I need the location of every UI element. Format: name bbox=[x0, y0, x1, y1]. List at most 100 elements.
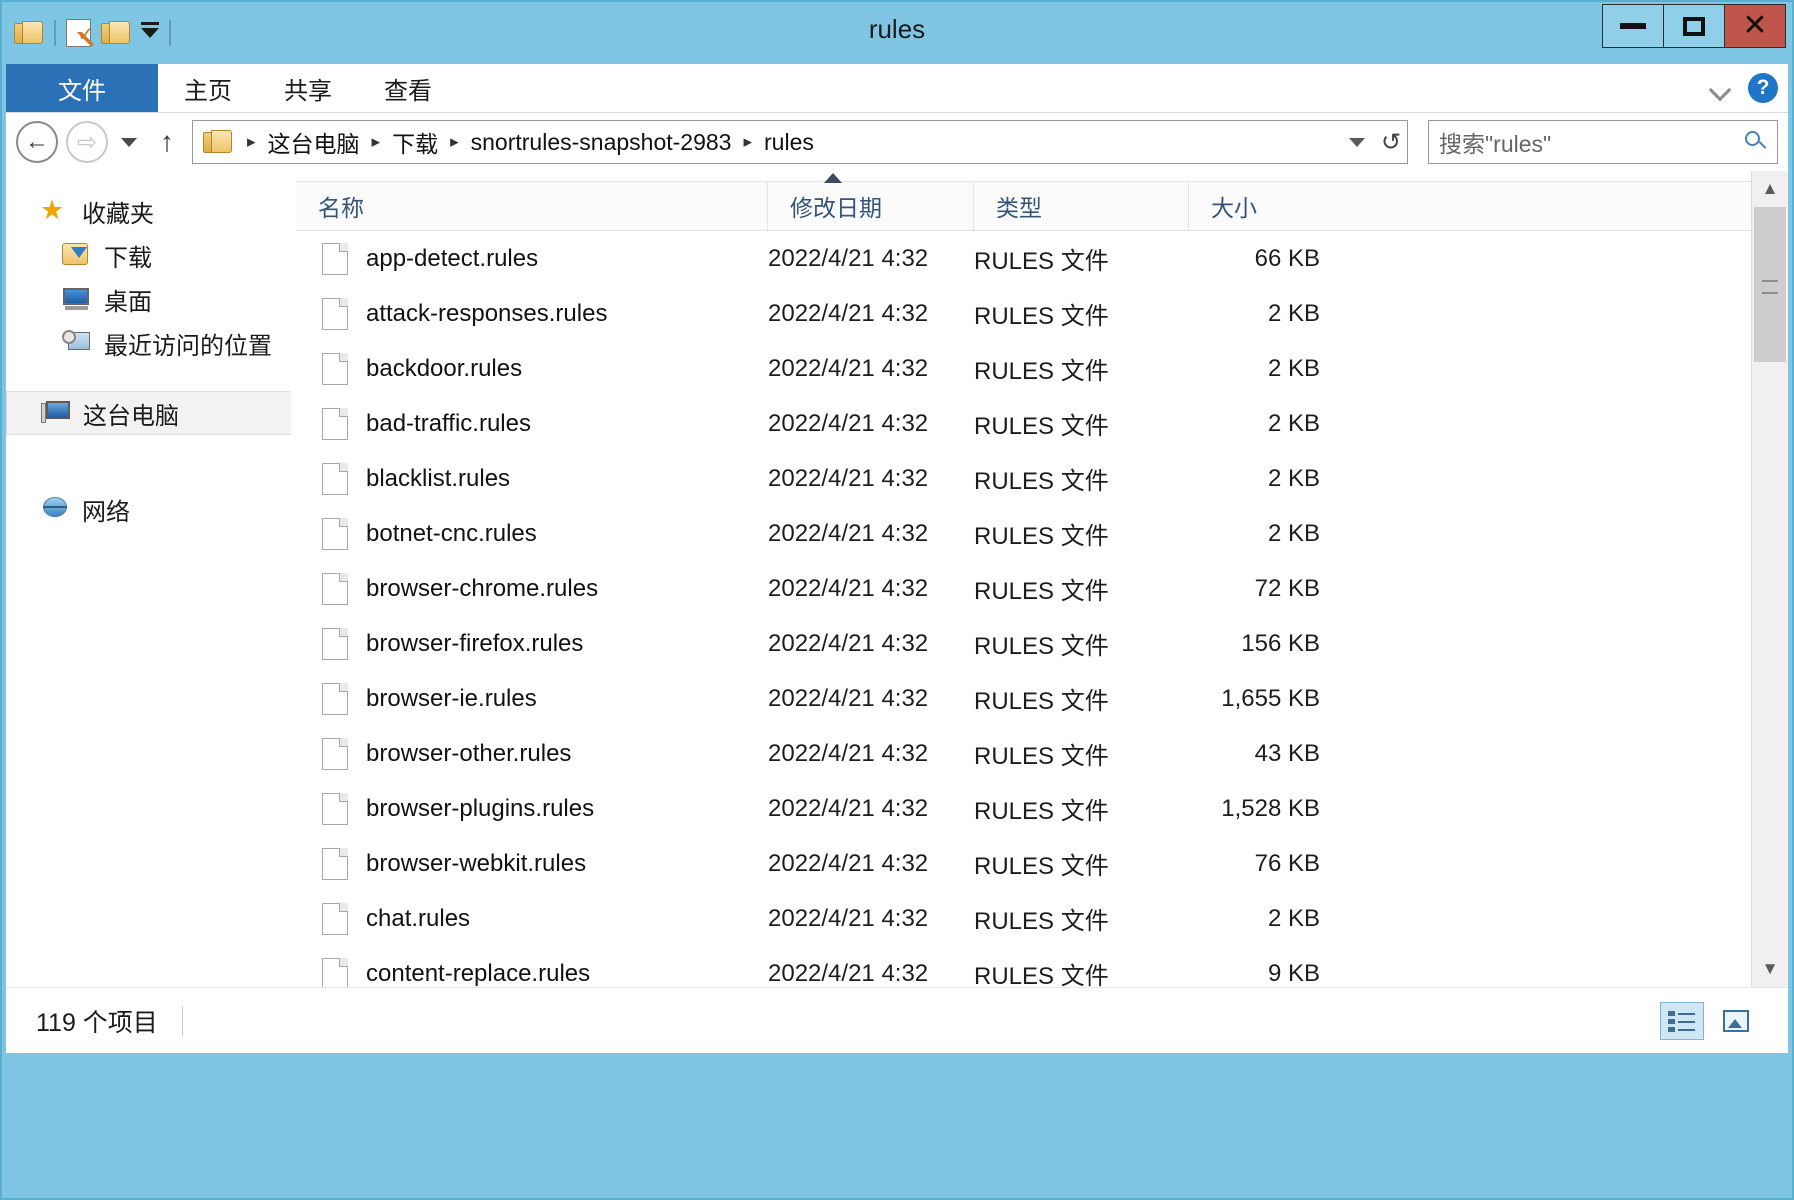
file-icon bbox=[322, 572, 348, 605]
large-icons-view-button[interactable] bbox=[1714, 1002, 1758, 1040]
chevron-down-icon[interactable] bbox=[1710, 78, 1730, 98]
table-row[interactable]: bad-traffic.rules 2022/4/21 4:32 RULES 文件 2… bbox=[296, 396, 1751, 451]
table-row[interactable]: browser-firefox.rules 2022/4/21 4:32 RULES… bbox=[296, 616, 1751, 671]
file-name-label: botnet-cnc.rules bbox=[366, 519, 537, 547]
tab-file[interactable]: 文件 bbox=[6, 64, 158, 112]
breadcrumb-dropdown-icon[interactable] bbox=[1348, 137, 1365, 147]
cell-size: 2 KB bbox=[1267, 409, 1320, 437]
search-input[interactable]: 搜索"rules" bbox=[1439, 125, 1745, 159]
sidebar-group-gap-3 bbox=[6, 461, 291, 487]
table-row[interactable]: attack-responses.rules 2022/4/21 4:32 RULE… bbox=[296, 286, 1751, 341]
cell-name: attack-responses.rules bbox=[296, 297, 768, 330]
back-button[interactable]: ← bbox=[16, 121, 58, 163]
file-icon bbox=[322, 627, 348, 660]
file-name-label: bad-traffic.rules bbox=[366, 409, 531, 437]
up-button[interactable]: ↑ bbox=[150, 122, 184, 162]
column-header-size[interactable]: 大小 bbox=[1189, 182, 1334, 230]
sidebar-item-downloads[interactable]: 下载 bbox=[6, 233, 291, 277]
scroll-down-button[interactable]: ▼ bbox=[1752, 951, 1788, 987]
maximize-button[interactable] bbox=[1663, 4, 1725, 48]
table-row[interactable]: backdoor.rules 2022/4/21 4:32 RULES 文件 2 KB bbox=[296, 341, 1751, 396]
ribbon-right-controls: ? bbox=[1710, 64, 1778, 112]
details-view-button[interactable] bbox=[1660, 1001, 1704, 1040]
cell-size: 9 KB bbox=[1267, 959, 1320, 987]
scrollbar-track[interactable] bbox=[1752, 207, 1788, 951]
sidebar-item-desktop[interactable]: 桌面 bbox=[6, 277, 291, 321]
scrollbar-thumb[interactable] bbox=[1754, 207, 1786, 362]
file-icon bbox=[322, 242, 348, 275]
cell-size: 2 KB bbox=[1267, 904, 1320, 932]
table-row[interactable]: botnet-cnc.rules 2022/4/21 4:32 RULES 文件 2 … bbox=[296, 506, 1751, 561]
sidebar-item-this-pc[interactable]: 这台电脑 bbox=[6, 391, 291, 435]
breadcrumb-separator-0: ▸ bbox=[247, 132, 256, 151]
desktop-icon bbox=[62, 285, 92, 313]
recent-locations-caret-icon[interactable] bbox=[116, 125, 142, 159]
sidebar-item-label: 网络 bbox=[82, 498, 130, 526]
cell-name: browser-chrome.rules bbox=[296, 572, 768, 605]
file-name-label: browser-chrome.rules bbox=[366, 574, 599, 602]
sidebar-item-favorites[interactable]: ★ 收藏夹 bbox=[6, 189, 291, 233]
help-icon[interactable]: ? bbox=[1748, 73, 1778, 103]
cell-type: RULES 文件 bbox=[974, 853, 1109, 880]
table-row[interactable]: blacklist.rules 2022/4/21 4:32 RULES 文件 2 K… bbox=[296, 451, 1751, 506]
cell-name: app-detect.rules bbox=[296, 242, 768, 275]
file-name-label: backdoor.rules bbox=[366, 354, 523, 382]
breadcrumb-right-controls: ↻ bbox=[1339, 128, 1401, 157]
file-name-label: app-detect.rules bbox=[366, 244, 539, 272]
refresh-icon[interactable]: ↻ bbox=[1381, 128, 1401, 157]
cell-name: browser-webkit.rules bbox=[296, 847, 768, 880]
sidebar-group-gap-2 bbox=[6, 435, 291, 461]
navigation-pane: ★ 收藏夹 下载 桌面 最近访问的位置 这台电脑 网络 bbox=[6, 171, 292, 987]
cell-type: RULES 文件 bbox=[974, 798, 1109, 825]
cell-name: blacklist.rules bbox=[296, 462, 768, 495]
cell-date: 2022/4/21 4:32 bbox=[768, 354, 929, 382]
table-row[interactable]: content-replace.rules 2022/4/21 4:32 RULES… bbox=[296, 946, 1751, 987]
search-icon[interactable] bbox=[1745, 131, 1767, 153]
file-name-label: browser-plugins.rules bbox=[366, 794, 595, 822]
table-row[interactable]: app-detect.rules 2022/4/21 4:32 RULES 文件 66… bbox=[296, 231, 1751, 286]
minimize-button[interactable] bbox=[1602, 4, 1664, 48]
tab-view[interactable]: 查看 bbox=[358, 64, 458, 112]
table-row[interactable]: browser-chrome.rules 2022/4/21 4:32 RULES … bbox=[296, 561, 1751, 616]
search-box[interactable]: 搜索"rules" bbox=[1428, 120, 1778, 164]
status-bar: 119 个项目 bbox=[6, 987, 1788, 1053]
cell-name: browser-firefox.rules bbox=[296, 627, 768, 660]
breadcrumb-item-0[interactable]: 这台电脑 bbox=[264, 125, 364, 159]
cell-type: RULES 文件 bbox=[974, 688, 1109, 715]
breadcrumb[interactable]: ▸ 这台电脑 ▸ 下载 ▸ snortrules-snapshot-2983 ▸… bbox=[192, 120, 1408, 164]
table-row[interactable]: browser-other.rules 2022/4/21 4:32 RULES 文… bbox=[296, 726, 1751, 781]
cell-type: RULES 文件 bbox=[974, 743, 1109, 770]
sidebar-item-recent-places[interactable]: 最近访问的位置 bbox=[6, 321, 291, 365]
breadcrumb-item-3[interactable]: rules bbox=[760, 129, 818, 156]
cell-size: 2 KB bbox=[1267, 299, 1320, 327]
file-icon bbox=[322, 957, 348, 987]
cell-name: content-replace.rules bbox=[296, 957, 768, 987]
cell-date: 2022/4/21 4:32 bbox=[768, 794, 929, 822]
tab-home[interactable]: 主页 bbox=[158, 64, 258, 112]
table-row[interactable]: chat.rules 2022/4/21 4:32 RULES 文件 2 KB bbox=[296, 891, 1751, 946]
vertical-scrollbar[interactable]: ▲ ▼ bbox=[1751, 171, 1788, 987]
sidebar-item-label: 这台电脑 bbox=[83, 402, 179, 430]
scroll-up-button[interactable]: ▲ bbox=[1752, 171, 1788, 207]
file-name-label: blacklist.rules bbox=[366, 464, 511, 492]
cell-name: backdoor.rules bbox=[296, 352, 768, 385]
close-button[interactable]: ✕ bbox=[1724, 4, 1786, 48]
breadcrumb-items: ▸ 这台电脑 ▸ 下载 ▸ snortrules-snapshot-2983 ▸… bbox=[239, 125, 1339, 159]
column-header-date[interactable]: 修改日期 bbox=[768, 182, 974, 230]
table-row[interactable]: browser-plugins.rules 2022/4/21 4:32 RULES… bbox=[296, 781, 1751, 836]
window-controls: ✕ bbox=[1602, 4, 1786, 48]
sidebar-item-network[interactable]: 网络 bbox=[6, 487, 291, 531]
cell-date: 2022/4/21 4:32 bbox=[768, 519, 929, 547]
tab-share[interactable]: 共享 bbox=[258, 64, 358, 112]
column-header-name[interactable]: 名称 bbox=[296, 182, 768, 230]
forward-button[interactable]: ⇨ bbox=[66, 121, 108, 163]
file-rows: app-detect.rules 2022/4/21 4:32 RULES 文件 66… bbox=[292, 231, 1751, 987]
table-row[interactable]: browser-ie.rules 2022/4/21 4:32 RULES 文件 1,… bbox=[296, 671, 1751, 726]
breadcrumb-item-1[interactable]: 下载 bbox=[388, 125, 442, 159]
cell-date: 2022/4/21 4:32 bbox=[768, 684, 929, 712]
cell-size: 1,655 KB bbox=[1221, 684, 1320, 712]
breadcrumb-item-2[interactable]: snortrules-snapshot-2983 bbox=[467, 129, 736, 156]
column-header-type[interactable]: 类型 bbox=[974, 182, 1189, 230]
cell-type: RULES 文件 bbox=[974, 633, 1109, 660]
table-row[interactable]: browser-webkit.rules 2022/4/21 4:32 RULES … bbox=[296, 836, 1751, 891]
